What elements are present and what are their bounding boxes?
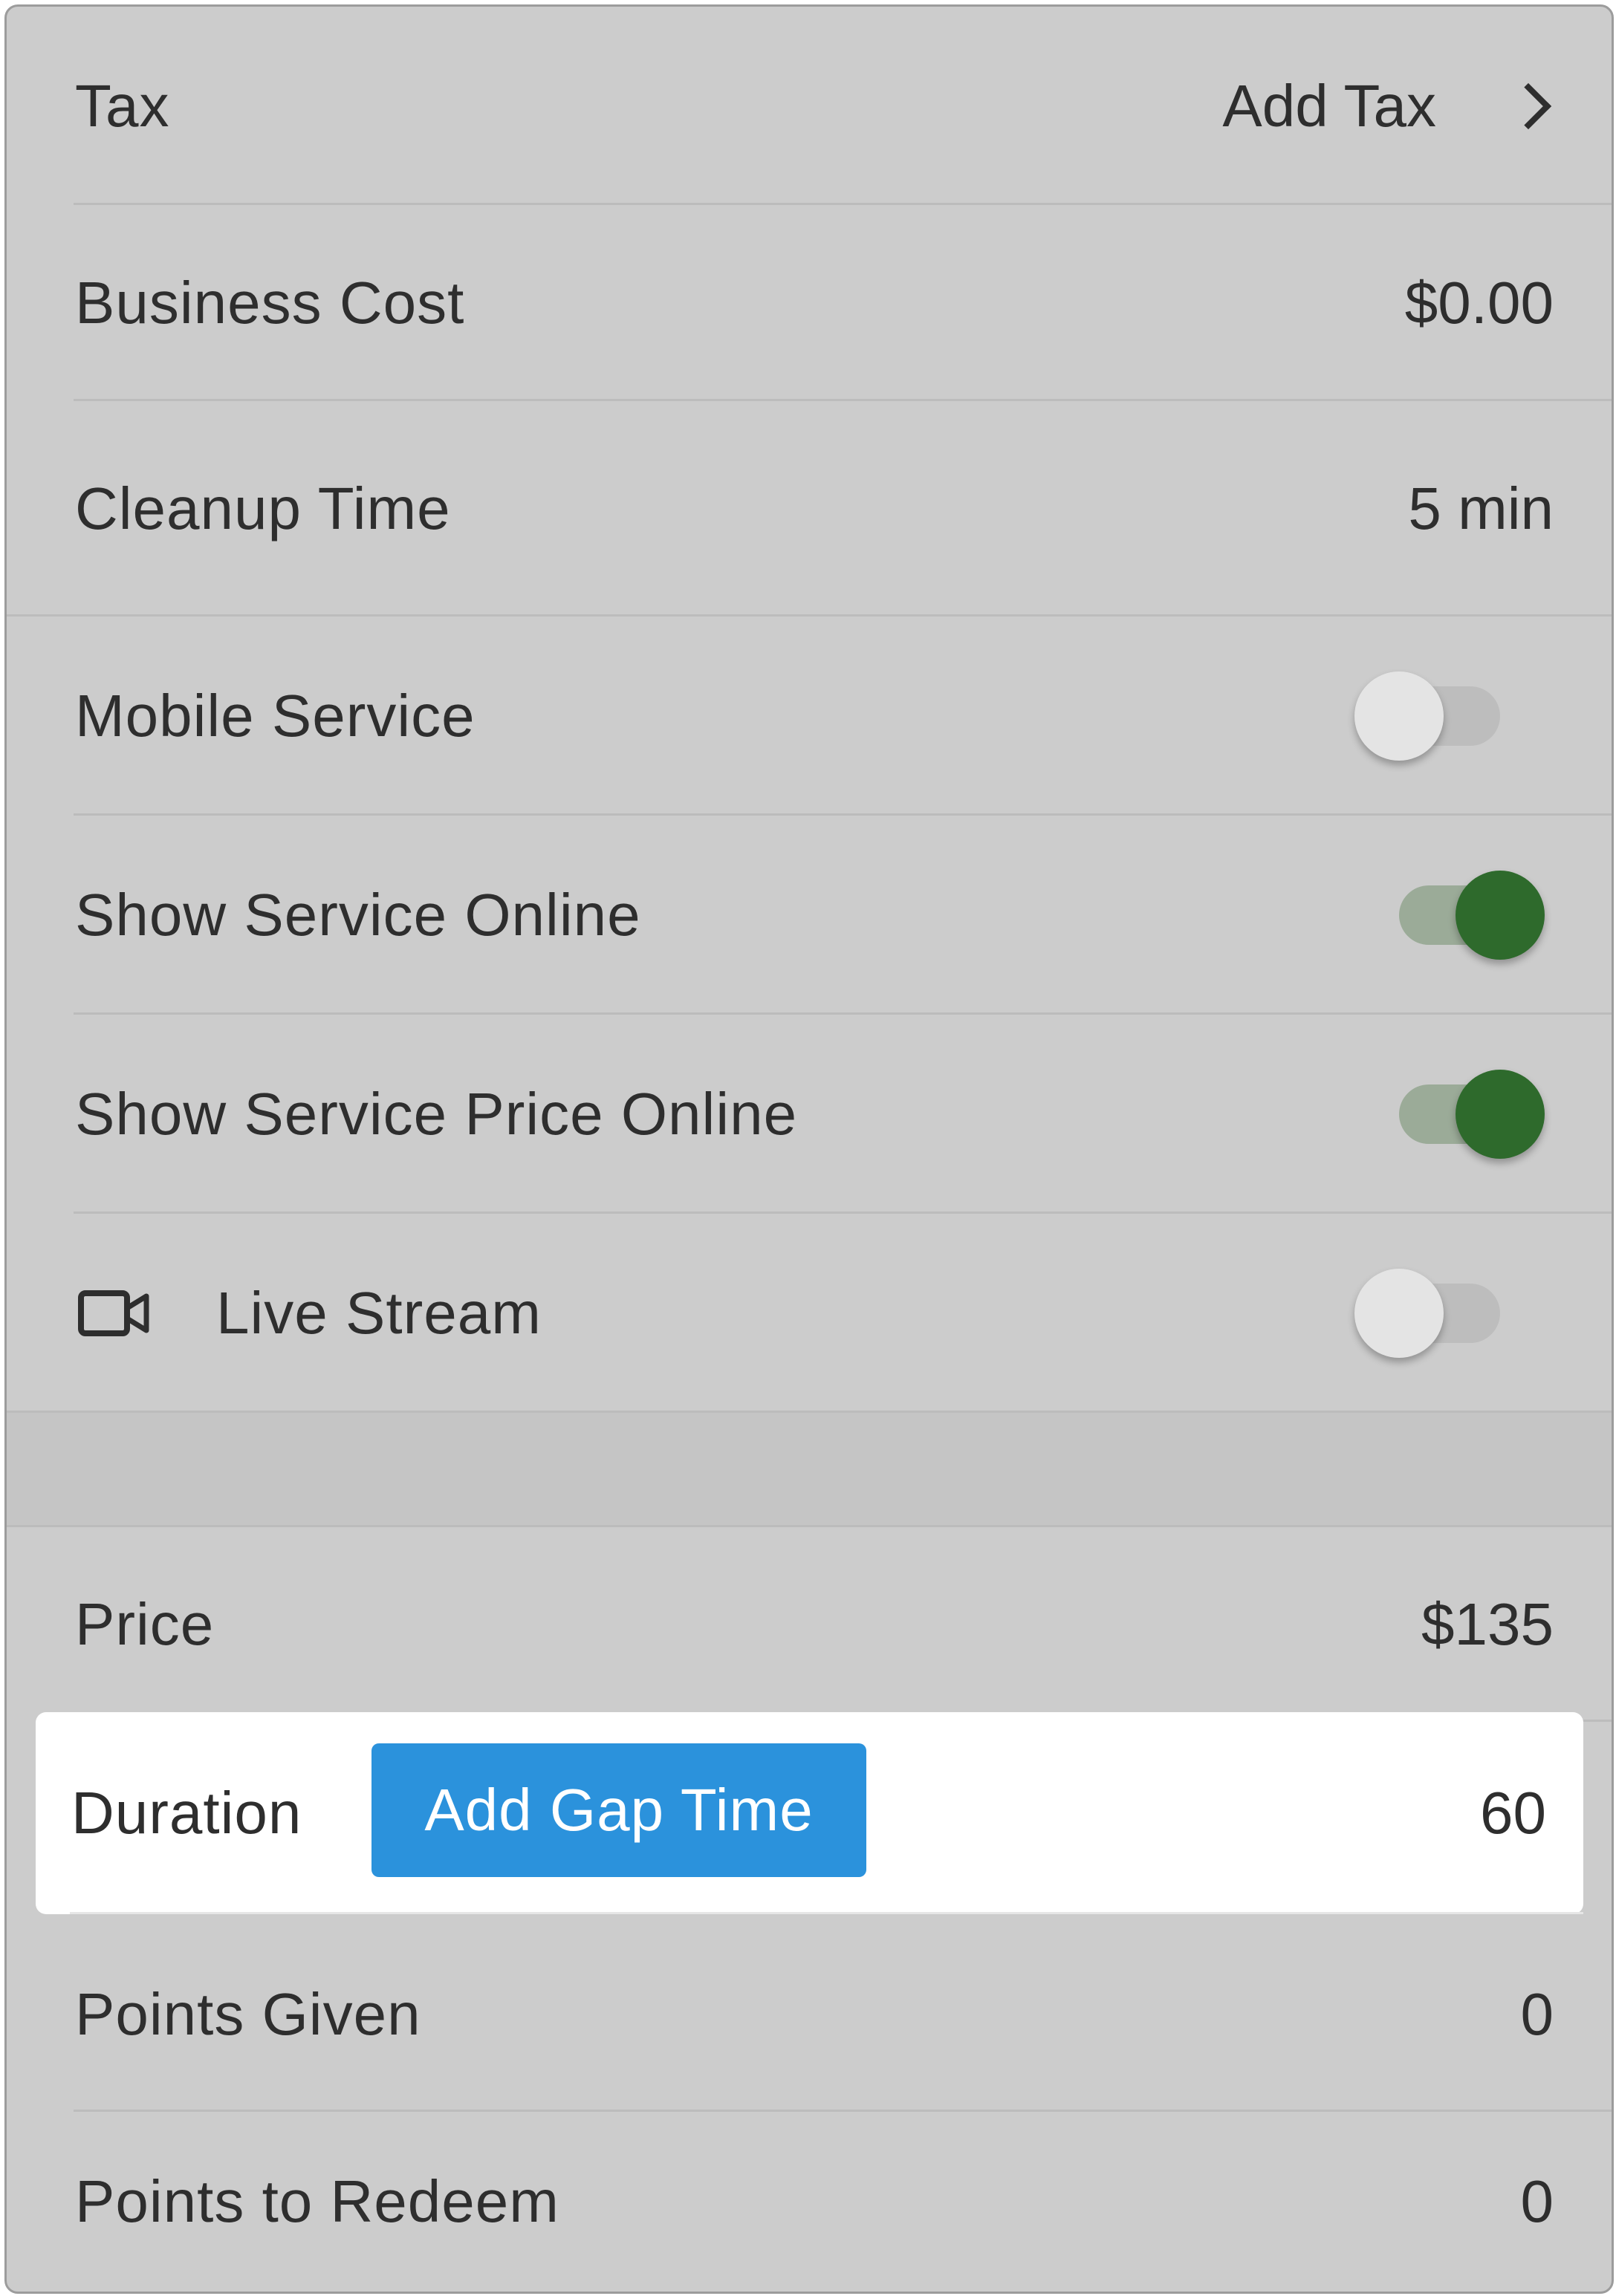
tax-row[interactable]: Tax Add Tax bbox=[7, 7, 1612, 205]
duration-row[interactable]: Duration Add Gap Time 60 bbox=[36, 1712, 1583, 1914]
price-value[interactable]: $135 bbox=[1421, 1590, 1554, 1659]
tax-label: Tax bbox=[75, 72, 170, 139]
show-service-online-label: Show Service Online bbox=[75, 882, 641, 948]
toggle-knob bbox=[1456, 1070, 1545, 1159]
mobile-service-row: Mobile Service bbox=[7, 617, 1612, 816]
business-cost-row[interactable]: Business Cost $0.00 bbox=[7, 205, 1612, 401]
cleanup-time-label: Cleanup Time bbox=[75, 475, 451, 542]
points-given-value[interactable]: 0 bbox=[1521, 1980, 1554, 2049]
show-service-price-online-toggle[interactable] bbox=[1399, 1070, 1545, 1159]
live-stream-label: Live Stream bbox=[216, 1280, 542, 1346]
service-settings-panel: Tax Add Tax Business Cost $0.00 Cleanup … bbox=[4, 4, 1614, 2294]
video-camera-icon bbox=[78, 1290, 149, 1336]
business-cost-value[interactable]: $0.00 bbox=[1405, 269, 1554, 337]
show-service-online-toggle[interactable] bbox=[1399, 871, 1545, 960]
points-to-redeem-row[interactable]: Points to Redeem 0 bbox=[7, 2112, 1612, 2292]
cleanup-time-row[interactable]: Cleanup Time 5 min bbox=[7, 401, 1612, 617]
mobile-service-label: Mobile Service bbox=[75, 683, 476, 749]
show-service-price-online-row: Show Service Price Online bbox=[7, 1015, 1612, 1214]
row-divider bbox=[70, 1912, 1583, 1914]
show-service-online-row: Show Service Online bbox=[7, 816, 1612, 1015]
points-to-redeem-label: Points to Redeem bbox=[75, 2168, 559, 2234]
chevron-right-icon bbox=[1505, 82, 1552, 129]
toggle-knob bbox=[1354, 1269, 1444, 1358]
points-given-row[interactable]: Points Given 0 bbox=[7, 1917, 1612, 2112]
section-spacer bbox=[7, 1413, 1612, 1527]
points-to-redeem-value[interactable]: 0 bbox=[1521, 2167, 1554, 2236]
toggle-knob bbox=[1354, 671, 1444, 761]
add-gap-time-button[interactable]: Add Gap Time bbox=[371, 1743, 866, 1877]
toggle-knob bbox=[1456, 871, 1545, 960]
business-cost-label: Business Cost bbox=[75, 270, 465, 336]
mobile-service-toggle[interactable] bbox=[1354, 671, 1500, 761]
live-stream-row: Live Stream bbox=[7, 1214, 1612, 1413]
cleanup-time-value[interactable]: 5 min bbox=[1408, 475, 1554, 543]
show-service-price-online-label: Show Service Price Online bbox=[75, 1081, 798, 1147]
add-tax-link[interactable]: Add Tax bbox=[1222, 72, 1436, 140]
price-label: Price bbox=[75, 1591, 215, 1657]
duration-value[interactable]: 60 bbox=[1480, 1779, 1546, 1847]
price-row[interactable]: Price $135 bbox=[7, 1527, 1612, 1722]
live-stream-toggle[interactable] bbox=[1354, 1269, 1500, 1358]
points-given-label: Points Given bbox=[75, 1981, 421, 2047]
duration-label: Duration bbox=[71, 1780, 302, 1846]
